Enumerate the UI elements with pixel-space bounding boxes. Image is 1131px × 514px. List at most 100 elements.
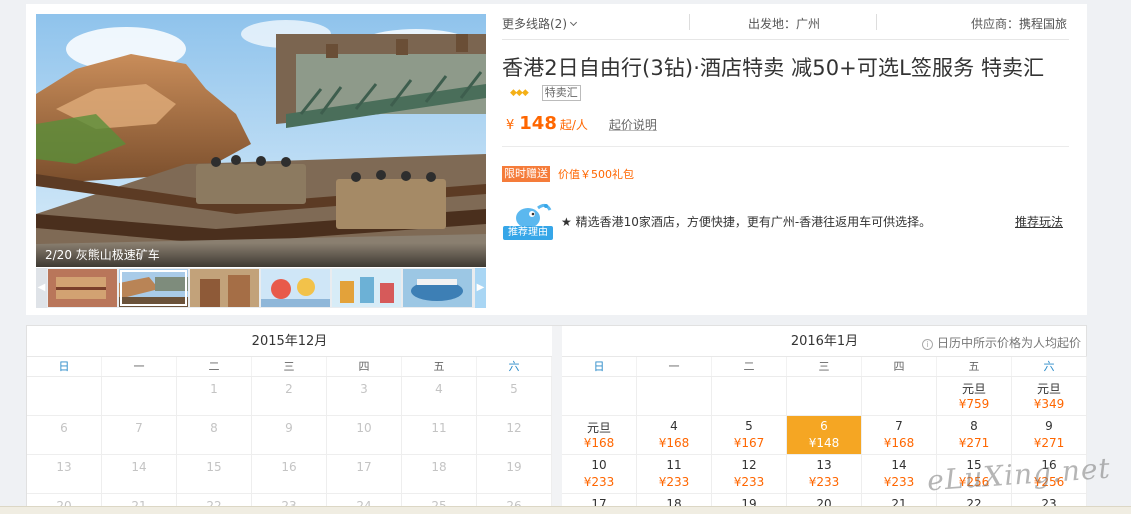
- thumbnail-1[interactable]: [48, 269, 117, 307]
- thumbnail-5[interactable]: [332, 269, 401, 307]
- calendar-day-cell[interactable]: 12 ¥233: [712, 455, 787, 494]
- calendar-day-cell: 11: [402, 416, 477, 455]
- calendar-day-cell[interactable]: 13 ¥233: [787, 455, 862, 494]
- day-price: ¥271: [958, 436, 990, 450]
- recommendation-icon: 推荐理由: [502, 200, 554, 240]
- product-info: 更多线路(2) 出发地：广州 供应商：携程国旅: [502, 4, 1069, 40]
- weekday-label: 一: [102, 357, 177, 376]
- day-number: 19: [506, 460, 522, 474]
- gift-text[interactable]: 价值￥500礼包: [558, 166, 634, 182]
- thumbnail-strip: ◀ ▶: [36, 268, 486, 308]
- day-number: 13: [56, 460, 72, 474]
- day-grid: 元旦 ¥759 元旦 ¥349 元旦 ¥168 4 ¥168 5 ¥167 6 ¥148 7 ¥168 8 ¥…: [562, 377, 1087, 514]
- section-divider: [502, 146, 1069, 147]
- gift-badge: 限时赠送: [502, 166, 550, 182]
- calendar-day-cell[interactable]: 11 ¥233: [637, 455, 712, 494]
- thumbnail-4[interactable]: [261, 269, 330, 307]
- calendar-day-cell: [712, 377, 787, 416]
- weekday-label: 日: [562, 357, 637, 376]
- mine-train-photo: [36, 14, 486, 267]
- day-number: 5: [745, 419, 753, 433]
- weekday-label: 二: [177, 357, 252, 376]
- weekday-label: 六: [1012, 357, 1087, 376]
- day-number: 4: [435, 382, 443, 396]
- calendar-day-cell: [787, 377, 862, 416]
- day-price: ¥349: [1033, 397, 1065, 411]
- day-number: 元旦: [1036, 382, 1061, 396]
- meta-separator: [689, 14, 690, 30]
- recommendation-label: 推荐理由: [503, 226, 553, 240]
- recommended-itinerary-link[interactable]: 推荐玩法: [1015, 213, 1063, 230]
- day-number: 12: [506, 421, 522, 435]
- calendar-day-cell[interactable]: 6 ¥148: [787, 416, 862, 455]
- calendar-day-cell: 18: [402, 455, 477, 494]
- day-number: 2: [285, 382, 293, 396]
- sale-tag[interactable]: 特卖汇: [541, 85, 581, 101]
- weekday-label: 四: [862, 357, 937, 376]
- calendar-month-1: 2015年12月 日一二三四五六 1 2 3 4 5 6 7 8 9 10 11 12 13 14 15 16…: [27, 326, 552, 514]
- day-number: 18: [431, 460, 447, 474]
- calendar-note: i 日历中所示价格为人均起价: [921, 334, 1081, 351]
- day-number: 3: [360, 382, 368, 396]
- thumbnail-2[interactable]: [119, 269, 188, 307]
- price-unit: 起/人: [559, 118, 588, 132]
- day-price: ¥233: [733, 475, 765, 489]
- calendar-day-cell[interactable]: 5 ¥167: [712, 416, 787, 455]
- product-title: 香港2日自由行(3钻)·酒店特卖 减50+可选L签服务 特卖汇: [502, 56, 1045, 80]
- calendar-day-cell: 16: [252, 455, 327, 494]
- thumb-next-arrow[interactable]: ▶: [475, 268, 486, 308]
- weekday-header: 日一二三四五六: [27, 357, 552, 377]
- calendar-day-cell[interactable]: 9 ¥271: [1012, 416, 1087, 455]
- day-number: 11: [431, 421, 447, 435]
- day-number: 4: [670, 419, 678, 433]
- day-number: 8: [210, 421, 218, 435]
- calendar-day-cell: 12: [477, 416, 552, 455]
- more-routes-label: 更多线路(2): [502, 17, 567, 31]
- calendar-day-cell[interactable]: 4 ¥168: [637, 416, 712, 455]
- weekday-header: 日一二三四五六: [562, 357, 1087, 377]
- calendar-day-cell[interactable]: 元旦 ¥759: [937, 377, 1012, 416]
- calendar-day-cell[interactable]: 8 ¥271: [937, 416, 1012, 455]
- calendar-day-cell[interactable]: 7 ¥168: [862, 416, 937, 455]
- more-routes-dropdown[interactable]: 更多线路(2): [502, 15, 578, 32]
- day-price: ¥271: [1033, 436, 1065, 450]
- day-price: ¥233: [883, 475, 915, 489]
- thumbnail-6[interactable]: [403, 269, 472, 307]
- day-number: 元旦: [586, 421, 611, 435]
- calendar-day-cell: 15: [177, 455, 252, 494]
- price-row: ¥ 148 起/人 起价说明: [506, 113, 657, 134]
- calendar-day-cell[interactable]: 元旦 ¥349: [1012, 377, 1087, 416]
- chevron-down-icon: [569, 18, 578, 27]
- thumb-prev-arrow[interactable]: ◀: [36, 268, 47, 308]
- day-number: 10: [591, 458, 607, 472]
- day-number: 7: [895, 419, 903, 433]
- calendar-day-cell: 10: [327, 416, 402, 455]
- weekday-label: 三: [252, 357, 327, 376]
- day-price: ¥233: [808, 475, 840, 489]
- day-number: 5: [510, 382, 518, 396]
- weekday-label: 一: [637, 357, 712, 376]
- month-divider: [552, 326, 562, 514]
- day-price: ¥233: [658, 475, 690, 489]
- calendar-day-cell[interactable]: 元旦 ¥168: [562, 416, 637, 455]
- recommendation-row: 推荐理由 ★ 精选香港10家酒店，方便快捷，更有广州-香港往返用车可供选择。 推…: [502, 200, 1069, 242]
- calendar-day-cell[interactable]: 14 ¥233: [862, 455, 937, 494]
- calendar-day-cell: 1: [177, 377, 252, 416]
- day-number: 7: [135, 421, 143, 435]
- info-icon: i: [921, 339, 933, 350]
- calendar-day-cell: 8: [177, 416, 252, 455]
- weekday-label: 日: [27, 357, 102, 376]
- day-number: 元旦: [961, 382, 986, 396]
- weekday-label: 五: [402, 357, 477, 376]
- thumbnail-3[interactable]: [190, 269, 259, 307]
- calendar-day-cell: 6: [27, 416, 102, 455]
- weekday-label: 二: [712, 357, 787, 376]
- calendar-day-cell: [862, 377, 937, 416]
- calendar-day-cell[interactable]: 10 ¥233: [562, 455, 637, 494]
- diamond-rating-icon: ◆◆◆: [510, 88, 529, 98]
- day-number: 14: [131, 460, 147, 474]
- day-number: 16: [281, 460, 297, 474]
- price-explanation-link[interactable]: 起价说明: [609, 116, 657, 133]
- calendar-day-cell: [562, 377, 637, 416]
- main-photo[interactable]: 2/20 灰熊山极速矿车: [36, 14, 486, 267]
